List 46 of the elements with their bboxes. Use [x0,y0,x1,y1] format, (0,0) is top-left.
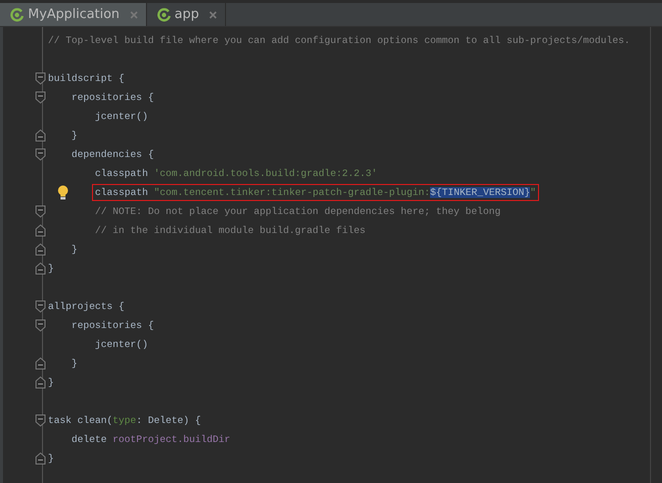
code-token: } [48,453,54,464]
code-token: repositories { [70,320,154,331]
fold-icon[interactable] [35,452,46,465]
fold-icon[interactable] [35,262,46,275]
code-token: buildscript { [48,73,124,84]
file-tab[interactable]: MyApplication [0,3,147,26]
fold-icon[interactable] [35,376,46,389]
code-token: } [70,358,78,369]
code-token: } [70,130,78,141]
code-token: jcenter() [94,111,148,122]
code-token: // Top-level build file where you can add configuration options common to all sub-projects/modules. [48,35,630,46]
fold-icon[interactable] [35,129,46,142]
code-token: classpath [94,168,149,179]
code-token: allprojects { [48,301,124,312]
code-token: : Delete) { [136,415,201,426]
code-token: dependencies { [70,149,154,160]
ring-icon [10,8,24,22]
ring-icon [156,8,171,22]
code-token: } [70,244,78,255]
file-tab[interactable]: app [146,3,226,26]
fold-icon[interactable] [35,414,46,427]
code-token: "com.tencent.tinker:tinker-patch-gradle-plugin: [154,187,430,198]
code-token: classpath [95,187,149,198]
fold-icon[interactable] [35,148,46,161]
code-token: // in the individual module build.gradle files [94,225,366,236]
code-token: } [48,263,54,274]
code-token: ${TINKER_VERSION} [430,187,530,198]
fold-icon[interactable] [35,243,46,256]
fold-icon[interactable] [35,319,46,332]
code-token: // NOTE: Do not place your application dependencies here; they belong [94,206,501,217]
code-token: 'com.android.tools.build:gradle:2.2.3' [154,168,378,179]
fold-icon[interactable] [35,224,46,237]
code-token: delete [70,434,108,445]
lightbulb-icon[interactable] [57,185,69,200]
fold-icon[interactable] [35,72,46,85]
fold-icon[interactable] [35,357,46,370]
code-token: task clean( [48,415,113,426]
code-token: " [530,187,536,198]
code-token: } [48,377,54,388]
code-token: rootProject.buildDir [112,434,230,445]
fold-icon[interactable] [35,300,46,313]
code-token: jcenter() [94,339,148,350]
fold-icon[interactable] [35,205,46,218]
code-token: repositories { [70,92,154,103]
fold-icon[interactable] [35,91,46,104]
code-token: type [112,415,136,426]
